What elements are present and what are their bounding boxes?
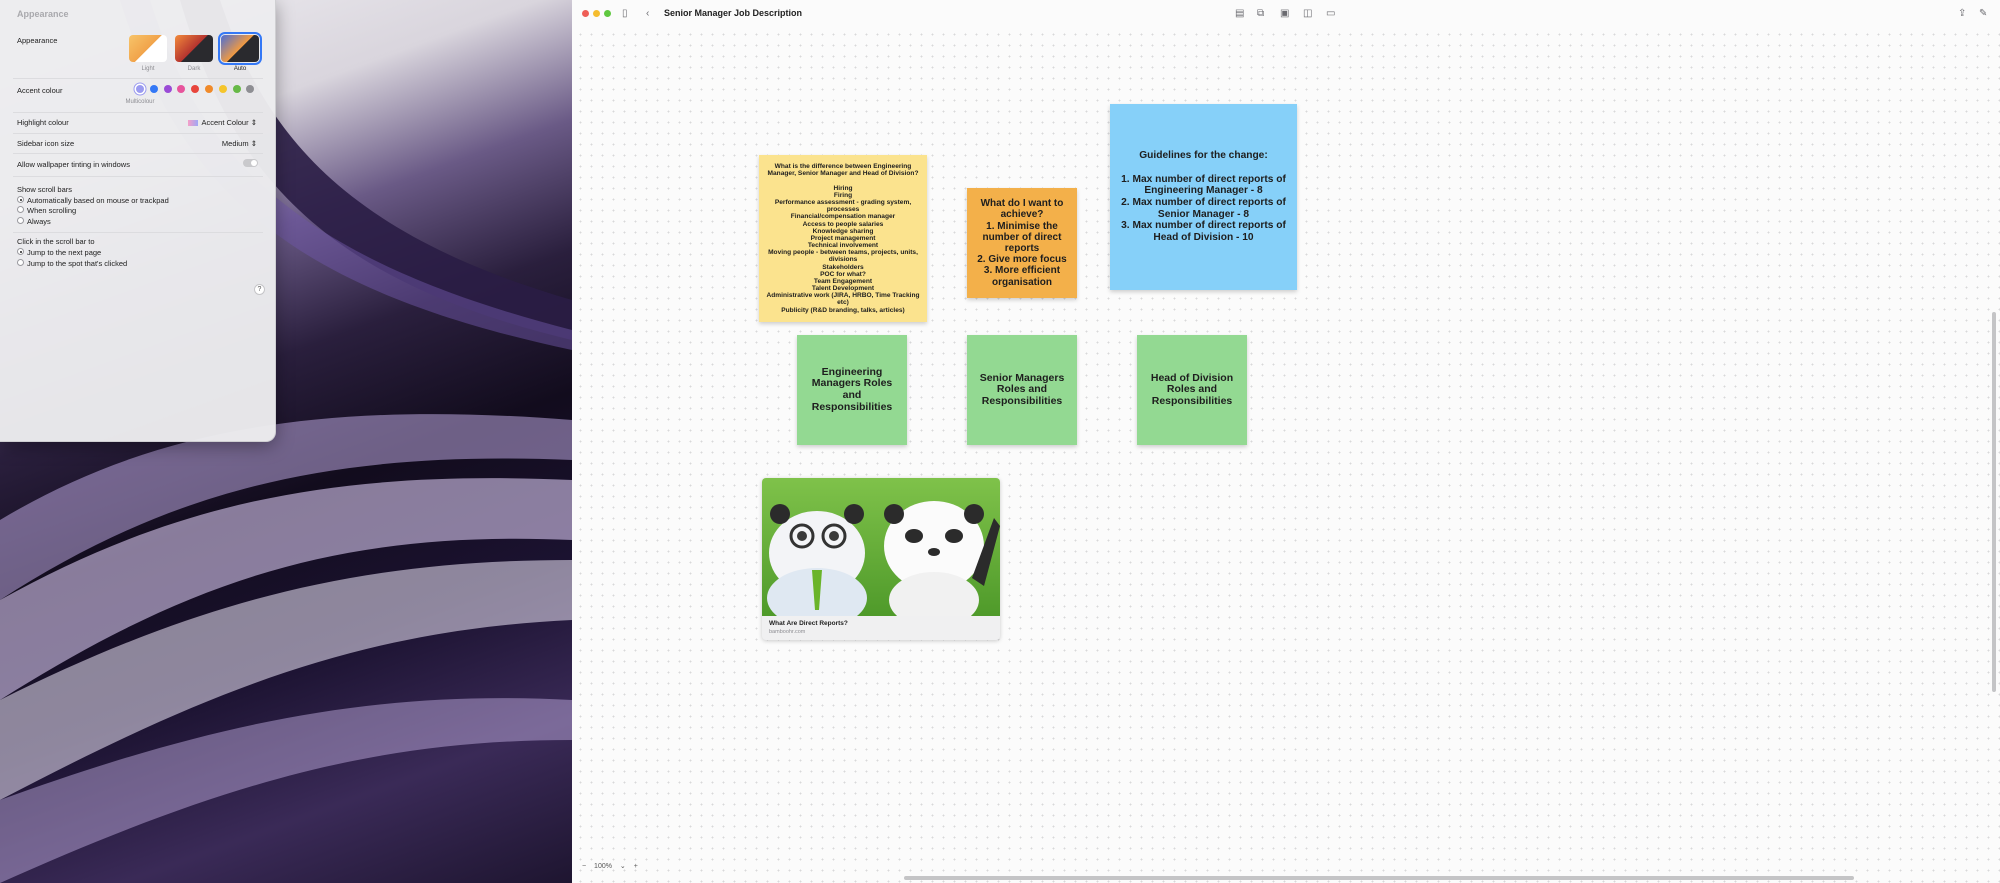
- zoom-controls: − 100% ⌄ +: [582, 862, 644, 870]
- accent-swatch-purple[interactable]: [163, 85, 172, 93]
- window-title: Appearance: [17, 9, 69, 19]
- chevron-updown-icon: ⇕: [250, 118, 257, 127]
- horizontal-scrollbar[interactable]: [904, 876, 1854, 880]
- accent-caption: Multicolour: [125, 99, 155, 105]
- appearance-light-label: Light: [141, 66, 155, 72]
- accent-swatch-pink[interactable]: [177, 85, 186, 93]
- accent-swatch-red[interactable]: [191, 85, 200, 93]
- freeform-window: ▯ ‹ Senior Manager Job Description ▤ ⧉ ▣…: [572, 0, 2000, 883]
- highlight-colour-label: Highlight colour: [17, 118, 69, 127]
- zoom-button[interactable]: [604, 10, 611, 17]
- appearance-auto-label: Auto: [233, 66, 247, 72]
- scroll-auto-radio[interactable]: [17, 196, 24, 203]
- file-tool-icon[interactable]: ▭: [1326, 8, 1335, 19]
- jump-to-spot-label: Jump to the spot that's clicked: [27, 259, 128, 268]
- link-preview-card[interactable]: What Are Direct Reports? bamboohr.com: [762, 478, 1000, 640]
- sidebar-toggle-icon[interactable]: ▯: [622, 8, 628, 19]
- scroll-auto-label: Automatically based on mouse or trackpad: [27, 196, 169, 205]
- scroll-when-scrolling-radio[interactable]: [17, 206, 24, 213]
- zoom-menu-chevron-icon[interactable]: ⌄: [620, 863, 626, 870]
- sticky-note-guidelines[interactable]: Guidelines for the change: 1. Max number…: [1110, 104, 1297, 290]
- divider: [13, 78, 263, 79]
- accent-colour-label: Accent colour: [17, 86, 63, 95]
- zoom-in-button[interactable]: +: [634, 863, 638, 870]
- titlebar: ▯ ‹ Senior Manager Job Description ▤ ⧉ ▣…: [572, 0, 2000, 28]
- sticky-note-differences[interactable]: What is the difference between Engineeri…: [759, 155, 927, 322]
- show-scroll-bars-label: Show scroll bars: [17, 185, 73, 194]
- appearance-dark-label: Dark: [187, 66, 201, 72]
- share-icon[interactable]: ⇪: [1958, 8, 1966, 19]
- sticky-note-senior-managers[interactable]: Senior Managers Roles and Responsibiliti…: [967, 335, 1077, 445]
- jump-next-page-label: Jump to the next page: [27, 248, 102, 257]
- vertical-scrollbar[interactable]: [1992, 312, 1996, 692]
- divider: [13, 153, 263, 154]
- minimize-button[interactable]: [593, 10, 600, 17]
- click-scroll-bar-label: Click in the scroll bar to: [17, 237, 95, 246]
- divider: [13, 176, 263, 177]
- shapes-tool-icon[interactable]: ⧉: [1257, 8, 1264, 19]
- media-tool-icon[interactable]: ◫: [1303, 8, 1312, 19]
- accent-swatch-graphite[interactable]: [246, 85, 255, 93]
- sticky-note-goals[interactable]: What do I want to achieve? 1. Minimise t…: [967, 188, 1077, 298]
- link-host: bamboohr.com: [769, 629, 806, 635]
- help-button[interactable]: ?: [254, 284, 265, 295]
- link-preview-image: [762, 478, 1000, 628]
- divider: [13, 133, 263, 134]
- text-box-tool-icon[interactable]: ▣: [1280, 8, 1289, 19]
- sticky-note-tool-icon[interactable]: ▤: [1235, 8, 1244, 19]
- appearance-settings-window: Appearance Appearance Light Dark Auto Ac…: [0, 0, 276, 442]
- wallpaper-tinting-label: Allow wallpaper tinting in windows: [17, 160, 130, 169]
- back-chevron-icon[interactable]: ‹: [646, 8, 649, 19]
- scroll-when-scrolling-label: When scrolling: [27, 206, 77, 215]
- appearance-light-option[interactable]: [129, 35, 167, 62]
- divider: [13, 232, 263, 233]
- accent-swatch-blue[interactable]: [149, 85, 158, 93]
- sidebar-icon-size-popup[interactable]: Medium ⇕: [222, 139, 257, 148]
- sidebar-icon-size-value: Medium: [221, 139, 249, 148]
- appearance-auto-option[interactable]: [218, 32, 262, 65]
- jump-to-spot-radio[interactable]: [17, 259, 24, 266]
- accent-swatch-orange[interactable]: [205, 85, 213, 93]
- zoom-level[interactable]: 100%: [594, 863, 612, 870]
- link-title: What Are Direct Reports?: [769, 620, 848, 627]
- appearance-dark-option[interactable]: [175, 35, 213, 62]
- wallpaper-tinting-toggle[interactable]: [243, 159, 258, 167]
- scroll-always-radio[interactable]: [17, 217, 24, 224]
- close-button[interactable]: [582, 10, 589, 17]
- highlight-colour-popup[interactable]: Accent Colour ⇕: [187, 118, 257, 127]
- accent-swatch-green[interactable]: [232, 85, 241, 93]
- sticky-note-head-of-division[interactable]: Head of Division Roles and Responsibilit…: [1137, 335, 1247, 445]
- compose-icon[interactable]: ✎: [1979, 8, 1987, 19]
- accent-swatch-yellow[interactable]: [218, 85, 227, 93]
- accent-swatch-multicolour[interactable]: [136, 85, 144, 93]
- document-title: Senior Manager Job Description: [664, 8, 803, 18]
- sidebar-icon-size-label: Sidebar icon size: [17, 139, 75, 148]
- jump-next-page-radio[interactable]: [17, 248, 24, 255]
- highlight-swatch-icon: [187, 120, 198, 127]
- divider: [13, 112, 263, 113]
- zoom-out-button[interactable]: −: [582, 863, 586, 870]
- sticky-note-engineering-managers[interactable]: Engineering Managers Roles and Responsib…: [797, 335, 907, 445]
- chevron-updown-icon: ⇕: [250, 139, 257, 148]
- scroll-always-label: Always: [27, 217, 51, 226]
- appearance-label: Appearance: [17, 36, 58, 45]
- highlight-colour-value: Accent Colour: [201, 118, 249, 127]
